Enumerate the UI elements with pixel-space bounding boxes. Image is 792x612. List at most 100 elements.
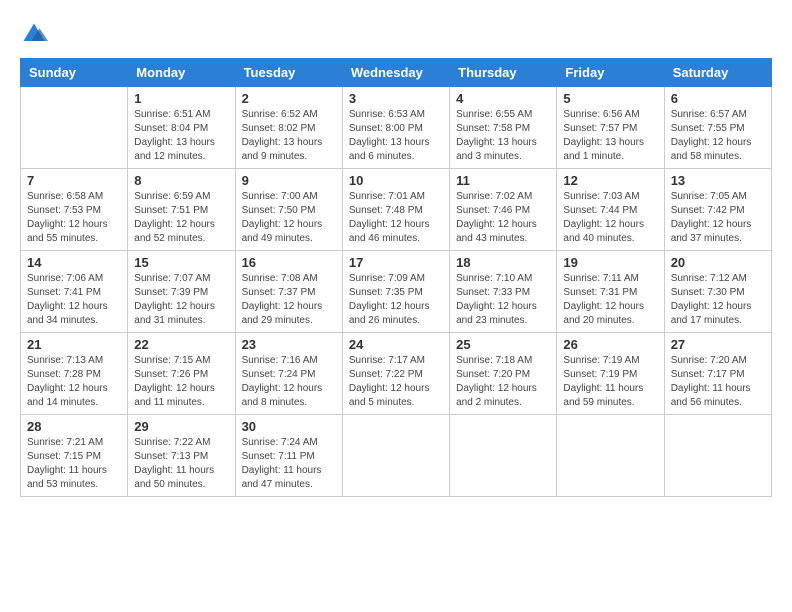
day-number: 6	[671, 91, 765, 106]
day-info: Sunrise: 7:18 AMSunset: 7:20 PMDaylight:…	[456, 354, 550, 410]
calendar-cell: 8 Sunrise: 6:59 AMSunset: 7:51 PMDaylight…	[128, 169, 235, 251]
day-info: Sunrise: 7:17 AMSunset: 7:22 PMDaylight:…	[349, 354, 443, 410]
calendar-cell: 9 Sunrise: 7:00 AMSunset: 7:50 PMDaylight…	[235, 169, 342, 251]
day-number: 15	[134, 255, 228, 270]
day-info: Sunrise: 7:13 AMSunset: 7:28 PMDaylight:…	[27, 354, 121, 410]
day-number: 4	[456, 91, 550, 106]
calendar-cell: 16Sunrise: 7:08 AMSunset: 7:37 PMDayligh…	[235, 251, 342, 333]
calendar-header-row: SundayMondayTuesdayWednesdayThursdayFrid…	[21, 59, 772, 87]
calendar-cell: 13 Sunrise: 7:05 AMSunset: 7:42 PMDayligh…	[664, 169, 771, 251]
day-header-tuesday: Tuesday	[235, 59, 342, 87]
calendar-cell	[342, 415, 449, 497]
day-number: 10	[349, 173, 443, 188]
calendar-cell: 29 Sunrise: 7:22 AMSunset: 7:13 PMDayligh…	[128, 415, 235, 497]
day-info: Sunrise: 7:01 AMSunset: 7:48 PMDaylight:…	[349, 190, 443, 246]
day-header-sunday: Sunday	[21, 59, 128, 87]
day-info: Sunrise: 6:56 AMSunset: 7:57 PMDaylight:…	[563, 108, 657, 164]
day-info: Sunrise: 6:57 AMSunset: 7:55 PMDaylight:…	[671, 108, 765, 164]
day-info: Sunrise: 7:10 AMSunset: 7:33 PMDaylight:…	[456, 272, 550, 328]
day-number: 24	[349, 337, 443, 352]
calendar-cell: 14 Sunrise: 7:06 AMSunset: 7:41 PMDayligh…	[21, 251, 128, 333]
calendar-cell: 25 Sunrise: 7:18 AMSunset: 7:20 PMDayligh…	[450, 333, 557, 415]
day-info: Sunrise: 7:16 AMSunset: 7:24 PMDaylight:…	[242, 354, 336, 410]
calendar-cell	[664, 415, 771, 497]
day-number: 20	[671, 255, 765, 270]
day-number: 9	[242, 173, 336, 188]
calendar-cell: 27 Sunrise: 7:20 AMSunset: 7:17 PMDayligh…	[664, 333, 771, 415]
calendar-cell	[21, 87, 128, 169]
day-number: 13	[671, 173, 765, 188]
day-number: 5	[563, 91, 657, 106]
day-info: Sunrise: 6:52 AMSunset: 8:02 PMDaylight:…	[242, 108, 336, 164]
day-number: 18	[456, 255, 550, 270]
day-info: Sunrise: 7:03 AMSunset: 7:44 PMDaylight:…	[563, 190, 657, 246]
day-info: Sunrise: 7:20 AMSunset: 7:17 PMDaylight:…	[671, 354, 765, 410]
day-info: Sunrise: 7:22 AMSunset: 7:13 PMDaylight:…	[134, 436, 228, 492]
calendar-cell: 26 Sunrise: 7:19 AMSunset: 7:19 PMDayligh…	[557, 333, 664, 415]
day-number: 1	[134, 91, 228, 106]
day-number: 26	[563, 337, 657, 352]
calendar-cell: 6 Sunrise: 6:57 AMSunset: 7:55 PMDaylight…	[664, 87, 771, 169]
day-info: Sunrise: 7:15 AMSunset: 7:26 PMDaylight:…	[134, 354, 228, 410]
calendar-cell: 1 Sunrise: 6:51 AMSunset: 8:04 PMDaylight…	[128, 87, 235, 169]
calendar-cell: 20Sunrise: 7:12 AMSunset: 7:30 PMDayligh…	[664, 251, 771, 333]
day-info: Sunrise: 7:24 AMSunset: 7:11 PMDaylight:…	[242, 436, 336, 492]
day-number: 27	[671, 337, 765, 352]
calendar-cell: 22 Sunrise: 7:15 AMSunset: 7:26 PMDayligh…	[128, 333, 235, 415]
day-number: 12	[563, 173, 657, 188]
day-header-wednesday: Wednesday	[342, 59, 449, 87]
calendar-cell: 23 Sunrise: 7:16 AMSunset: 7:24 PMDayligh…	[235, 333, 342, 415]
day-header-monday: Monday	[128, 59, 235, 87]
day-number: 8	[134, 173, 228, 188]
calendar-cell: 30 Sunrise: 7:24 AMSunset: 7:11 PMDayligh…	[235, 415, 342, 497]
calendar-week-1: 7Sunrise: 6:58 AMSunset: 7:53 PMDaylight…	[21, 169, 772, 251]
calendar-week-4: 28 Sunrise: 7:21 AMSunset: 7:15 PMDayligh…	[21, 415, 772, 497]
day-info: Sunrise: 7:05 AMSunset: 7:42 PMDaylight:…	[671, 190, 765, 246]
calendar-cell: 15 Sunrise: 7:07 AMSunset: 7:39 PMDayligh…	[128, 251, 235, 333]
calendar-cell: 5 Sunrise: 6:56 AMSunset: 7:57 PMDaylight…	[557, 87, 664, 169]
day-info: Sunrise: 7:11 AMSunset: 7:31 PMDaylight:…	[563, 272, 657, 328]
day-info: Sunrise: 6:55 AMSunset: 7:58 PMDaylight:…	[456, 108, 550, 164]
day-info: Sunrise: 6:59 AMSunset: 7:51 PMDaylight:…	[134, 190, 228, 246]
day-info: Sunrise: 7:21 AMSunset: 7:15 PMDaylight:…	[27, 436, 121, 492]
day-number: 28	[27, 419, 121, 434]
calendar-cell: 21 Sunrise: 7:13 AMSunset: 7:28 PMDayligh…	[21, 333, 128, 415]
day-number: 11	[456, 173, 550, 188]
day-header-thursday: Thursday	[450, 59, 557, 87]
day-number: 2	[242, 91, 336, 106]
day-info: Sunrise: 7:06 AMSunset: 7:41 PMDaylight:…	[27, 272, 121, 328]
calendar-cell: 2 Sunrise: 6:52 AMSunset: 8:02 PMDaylight…	[235, 87, 342, 169]
calendar-week-0: 1 Sunrise: 6:51 AMSunset: 8:04 PMDaylight…	[21, 87, 772, 169]
logo	[20, 20, 52, 48]
day-number: 7	[27, 173, 121, 188]
day-number: 3	[349, 91, 443, 106]
day-number: 29	[134, 419, 228, 434]
calendar-cell: 12 Sunrise: 7:03 AMSunset: 7:44 PMDayligh…	[557, 169, 664, 251]
calendar-cell: 11 Sunrise: 7:02 AMSunset: 7:46 PMDayligh…	[450, 169, 557, 251]
day-info: Sunrise: 7:07 AMSunset: 7:39 PMDaylight:…	[134, 272, 228, 328]
day-number: 14	[27, 255, 121, 270]
logo-icon	[20, 20, 48, 48]
day-number: 30	[242, 419, 336, 434]
calendar-cell: 17Sunrise: 7:09 AMSunset: 7:35 PMDayligh…	[342, 251, 449, 333]
calendar-week-3: 21 Sunrise: 7:13 AMSunset: 7:28 PMDayligh…	[21, 333, 772, 415]
day-number: 16	[242, 255, 336, 270]
calendar-cell: 24 Sunrise: 7:17 AMSunset: 7:22 PMDayligh…	[342, 333, 449, 415]
day-number: 23	[242, 337, 336, 352]
day-info: Sunrise: 7:19 AMSunset: 7:19 PMDaylight:…	[563, 354, 657, 410]
day-info: Sunrise: 6:51 AMSunset: 8:04 PMDaylight:…	[134, 108, 228, 164]
calendar-cell: 28 Sunrise: 7:21 AMSunset: 7:15 PMDayligh…	[21, 415, 128, 497]
day-info: Sunrise: 7:00 AMSunset: 7:50 PMDaylight:…	[242, 190, 336, 246]
day-number: 25	[456, 337, 550, 352]
calendar-cell: 7Sunrise: 6:58 AMSunset: 7:53 PMDaylight…	[21, 169, 128, 251]
calendar-cell: 4 Sunrise: 6:55 AMSunset: 7:58 PMDaylight…	[450, 87, 557, 169]
day-number: 21	[27, 337, 121, 352]
page-header	[20, 20, 772, 48]
day-info: Sunrise: 7:02 AMSunset: 7:46 PMDaylight:…	[456, 190, 550, 246]
calendar-cell: 18 Sunrise: 7:10 AMSunset: 7:33 PMDayligh…	[450, 251, 557, 333]
calendar-table: SundayMondayTuesdayWednesdayThursdayFrid…	[20, 58, 772, 497]
day-info: Sunrise: 6:53 AMSunset: 8:00 PMDaylight:…	[349, 108, 443, 164]
day-number: 22	[134, 337, 228, 352]
day-number: 17	[349, 255, 443, 270]
day-header-friday: Friday	[557, 59, 664, 87]
